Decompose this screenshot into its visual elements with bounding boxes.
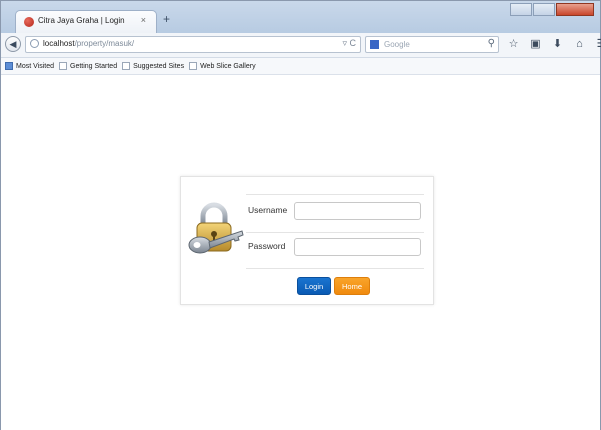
minimize-button[interactable] [510, 3, 532, 16]
globe-icon [30, 39, 39, 48]
close-tab-icon[interactable]: × [141, 15, 146, 25]
menu-icon[interactable]: ☰ [595, 36, 601, 52]
bookmark-label: Most Visited [16, 62, 54, 70]
bookmark-label: Suggested Sites [133, 62, 185, 70]
reload-icon[interactable]: ▿ C [342, 38, 356, 49]
bookmark-folder-icon [5, 62, 13, 70]
bookmark-page-icon [189, 62, 198, 70]
download-icon[interactable]: ⬇ [551, 36, 564, 52]
bookmark-web-slice-gallery[interactable]: Web Slice Gallery [189, 62, 256, 70]
url-text: localhost/property/masuk/ [43, 39, 135, 48]
home-icon[interactable]: ⌂ [573, 36, 586, 52]
clipboard-icon[interactable]: ▣ [529, 36, 542, 52]
new-tab-button[interactable]: + [163, 12, 170, 26]
bookmark-label: Getting Started [70, 62, 118, 70]
divider [246, 268, 424, 269]
padlock-key-icon [188, 202, 244, 254]
tab-login[interactable]: Citra Jaya Graha | Login × [15, 10, 157, 33]
username-field[interactable] [294, 202, 421, 220]
bookmark-page-icon [59, 62, 67, 70]
toolbar-icons: ☆ ▣ ⬇ ⌂ ☰ [507, 36, 601, 52]
divider [246, 232, 424, 233]
bookmarks-bar: Most Visited Getting Started Suggested S… [1, 58, 600, 75]
login-panel: Username Password Login Home [180, 176, 434, 305]
home-button[interactable]: Home [334, 277, 370, 295]
login-button[interactable]: Login [297, 277, 331, 295]
password-label: Password [248, 241, 286, 251]
username-label: Username [248, 205, 288, 215]
window-controls [510, 3, 594, 16]
tab-strip: Citra Jaya Graha | Login × + [1, 1, 600, 33]
bookmark-label: Web Slice Gallery [200, 62, 256, 70]
bookmark-star-icon[interactable]: ☆ [507, 36, 520, 52]
close-window-button[interactable] [556, 3, 594, 16]
address-bar[interactable]: localhost/property/masuk/ ▿ C [25, 36, 361, 53]
bookmark-page-icon [122, 62, 131, 70]
bookmark-suggested-sites[interactable]: Suggested Sites [122, 62, 184, 70]
divider [246, 194, 424, 195]
bookmark-most-visited[interactable]: Most Visited [5, 62, 54, 70]
search-placeholder: Google [384, 40, 410, 49]
tab-title: Citra Jaya Graha | Login [38, 16, 125, 25]
navigation-bar: ◀ localhost/property/masuk/ ▿ C Google ⚲… [1, 33, 601, 58]
search-icon[interactable]: ⚲ [488, 38, 495, 49]
password-field[interactable] [294, 238, 421, 256]
search-engine-icon[interactable] [370, 40, 379, 49]
back-button[interactable]: ◀ [5, 36, 21, 52]
search-bar[interactable]: Google ⚲ [365, 36, 499, 53]
page-content: Username Password Login Home [1, 76, 600, 430]
bookmark-getting-started[interactable]: Getting Started [59, 62, 117, 70]
maximize-button[interactable] [533, 3, 555, 16]
site-favicon-icon [24, 17, 34, 27]
browser-window: Citra Jaya Graha | Login × + ◀ localhost… [0, 0, 601, 430]
